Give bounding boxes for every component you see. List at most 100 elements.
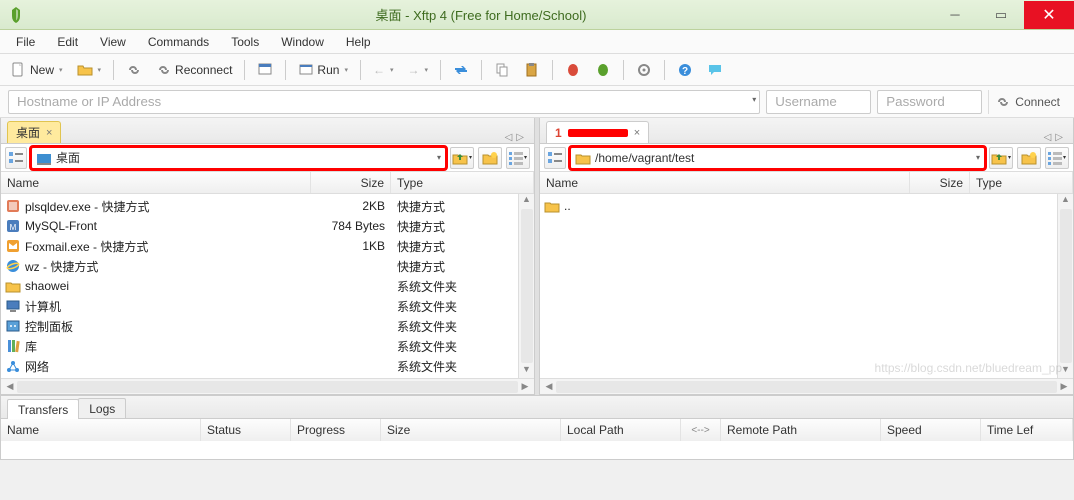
file-type: 系统文件夹 — [391, 318, 534, 335]
tcol-timeleft[interactable]: Time Lef — [981, 419, 1073, 441]
list-item[interactable]: .. — [540, 196, 1073, 216]
tcol-direction[interactable]: <--> — [681, 419, 721, 441]
local-scrollbar-h[interactable]: ◀▶ — [1, 378, 534, 394]
file-type: 快捷方式 — [391, 238, 534, 255]
tcol-localpath[interactable]: Local Path — [561, 419, 681, 441]
col-size[interactable]: Size — [311, 172, 391, 193]
remote-tab-host[interactable]: 1 × — [546, 121, 649, 143]
local-path-input[interactable]: 桌面 ▾ — [31, 147, 446, 169]
chevron-down-icon[interactable]: ▾ — [976, 153, 980, 162]
tab-logs[interactable]: Logs — [78, 398, 126, 418]
password-input[interactable] — [877, 90, 982, 114]
redacted-hostname — [568, 129, 628, 137]
file-size: 2KB — [311, 199, 391, 213]
file-size: 784 Bytes — [311, 219, 391, 233]
tcol-speed[interactable]: Speed — [881, 419, 981, 441]
close-icon[interactable]: × — [634, 127, 640, 139]
file-name: 库 — [25, 338, 37, 355]
local-newfolder-button[interactable] — [478, 147, 502, 169]
nav-back-button[interactable]: ←▾ — [368, 58, 399, 82]
remote-pathbar: /home/vagrant/test ▾ ▾ ▾ — [540, 144, 1073, 172]
tcol-progress[interactable]: Progress — [291, 419, 381, 441]
remote-viewmode-button[interactable] — [544, 147, 566, 169]
remote-listmode-button[interactable]: ▾ — [1045, 147, 1069, 169]
run-button[interactable]: Run▾ — [293, 58, 353, 82]
local-listmode-button[interactable]: ▾ — [506, 147, 530, 169]
file-type: 快捷方式 — [391, 218, 534, 235]
tab-scroll-left-icon[interactable]: ◁ — [1044, 132, 1052, 143]
bug-green-icon[interactable] — [590, 58, 616, 82]
sync-button[interactable] — [448, 58, 474, 82]
local-viewmode-button[interactable] — [5, 147, 27, 169]
list-item[interactable]: 网络系统文件夹 — [1, 356, 534, 376]
file-name: MySQL-Front — [25, 219, 97, 233]
local-up-button[interactable]: ▾ — [450, 147, 474, 169]
minimize-button[interactable]: ─ — [932, 1, 978, 29]
close-icon[interactable]: × — [46, 127, 52, 139]
list-item[interactable]: 计算机系统文件夹 — [1, 296, 534, 316]
list-item[interactable]: plsqldev.exe - 快捷方式2KB快捷方式 — [1, 196, 534, 216]
link-button[interactable] — [121, 58, 147, 82]
open-button[interactable]: ▾ — [72, 58, 107, 82]
chat-button[interactable] — [702, 58, 728, 82]
menu-commands[interactable]: Commands — [138, 33, 219, 51]
tcol-name[interactable]: Name — [1, 419, 201, 441]
tab-scroll-left-icon[interactable]: ◁ — [505, 132, 513, 143]
col-type[interactable]: Type — [970, 172, 1073, 193]
chevron-down-icon[interactable]: ▾ — [437, 153, 441, 162]
list-item[interactable]: 控制面板 系统文件夹 — [1, 316, 534, 336]
app-logo-icon — [8, 7, 24, 23]
menu-edit[interactable]: Edit — [47, 33, 88, 51]
svg-text:?: ? — [682, 66, 688, 77]
col-name[interactable]: Name — [1, 172, 311, 193]
menu-help[interactable]: Help — [336, 33, 381, 51]
hostname-input[interactable] — [8, 90, 760, 114]
close-button[interactable]: ✕ — [1024, 1, 1074, 29]
settings-button[interactable] — [631, 58, 657, 82]
tcol-status[interactable]: Status — [201, 419, 291, 441]
paste-button[interactable] — [519, 58, 545, 82]
local-panel: 桌面 × ◁ ▷ 桌面 ▾ ▾ ▾ — [0, 118, 535, 395]
menu-window[interactable]: Window — [271, 33, 334, 51]
username-input[interactable] — [766, 90, 871, 114]
connect-button[interactable]: Connect — [988, 90, 1066, 114]
menu-tools[interactable]: Tools — [221, 33, 269, 51]
list-item[interactable]: MMySQL-Front784 Bytes快捷方式 — [1, 216, 534, 236]
new-button[interactable]: New▾ — [6, 58, 68, 82]
tab-scroll-right-icon[interactable]: ▷ — [516, 132, 524, 143]
reconnect-button[interactable]: Reconnect — [151, 58, 237, 82]
copy-button[interactable] — [489, 58, 515, 82]
file-name: .. — [564, 199, 571, 213]
remote-up-button[interactable]: ▾ — [989, 147, 1013, 169]
menubar: File Edit View Commands Tools Window Hel… — [0, 30, 1074, 54]
tcol-size[interactable]: Size — [381, 419, 561, 441]
remote-path-input[interactable]: /home/vagrant/test ▾ — [570, 147, 985, 169]
file-name: 控制面板 — [25, 318, 73, 335]
help-button[interactable]: ? — [672, 58, 698, 82]
properties-button[interactable] — [252, 58, 278, 82]
menu-view[interactable]: View — [90, 33, 136, 51]
col-type[interactable]: Type — [391, 172, 534, 193]
hostname-dropdown-icon[interactable]: ▾ — [752, 95, 756, 104]
local-tab-desktop[interactable]: 桌面 × — [7, 121, 61, 143]
remote-scrollbar-h[interactable]: ◀▶ — [540, 378, 1073, 394]
file-type: 系统文件夹 — [391, 278, 534, 295]
list-item[interactable]: 库系统文件夹 — [1, 336, 534, 356]
list-item[interactable]: wz - 快捷方式快捷方式 — [1, 256, 534, 276]
toolbar: New▾ ▾ Reconnect Run▾ ←▾ →▾ ? — [0, 54, 1074, 86]
col-name[interactable]: Name — [540, 172, 910, 193]
bug-red-icon[interactable] — [560, 58, 586, 82]
col-size[interactable]: Size — [910, 172, 970, 193]
list-item[interactable]: Foxmail.exe - 快捷方式1KB快捷方式 — [1, 236, 534, 256]
nav-forward-button[interactable]: →▾ — [402, 58, 433, 82]
local-scrollbar-v[interactable]: ▲▼ — [518, 194, 534, 378]
menu-file[interactable]: File — [6, 33, 45, 51]
remote-newfolder-button[interactable] — [1017, 147, 1041, 169]
tab-transfers[interactable]: Transfers — [7, 399, 79, 419]
file-name: 计算机 — [25, 298, 61, 315]
tab-scroll-right-icon[interactable]: ▷ — [1055, 132, 1063, 143]
list-item[interactable]: shaowei系统文件夹 — [1, 276, 534, 296]
remote-scrollbar-v[interactable]: ▲▼ — [1057, 194, 1073, 378]
tcol-remotepath[interactable]: Remote Path — [721, 419, 881, 441]
maximize-button[interactable]: ▭ — [978, 1, 1024, 29]
